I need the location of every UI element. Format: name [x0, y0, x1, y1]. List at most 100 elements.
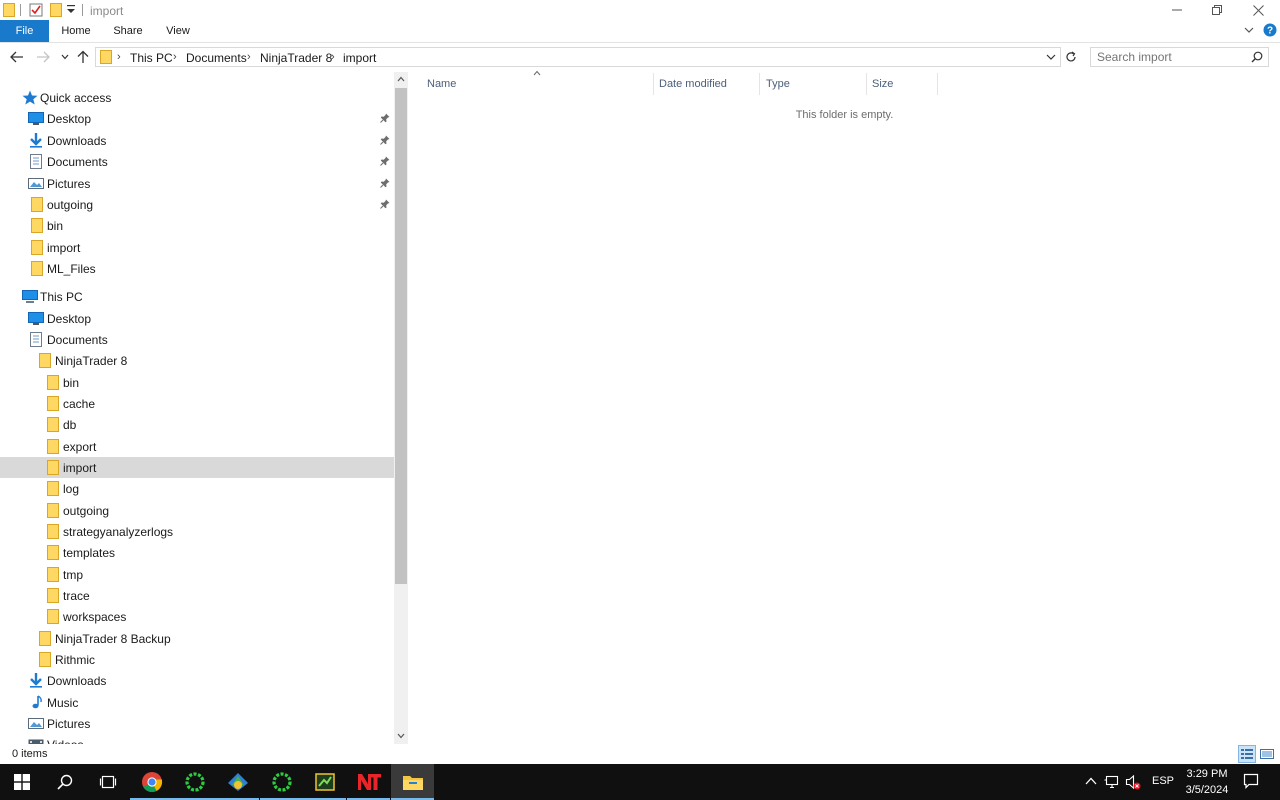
up-button[interactable] — [74, 43, 92, 70]
help-icon[interactable]: ? — [1263, 23, 1277, 37]
breadcrumb-separator[interactable]: › — [331, 51, 335, 63]
refresh-button[interactable] — [1062, 43, 1080, 70]
nav-item-import[interactable]: import — [0, 457, 394, 478]
volume-muted-icon[interactable] — [1125, 774, 1141, 790]
large-icons-view-button[interactable] — [1259, 746, 1275, 762]
search-box[interactable] — [1090, 47, 1269, 67]
column-divider[interactable] — [759, 73, 760, 95]
taskbar-file-explorer[interactable] — [391, 764, 434, 800]
nav-item-desktop[interactable]: Desktop — [0, 308, 394, 329]
column-divider[interactable] — [866, 73, 867, 95]
nav-item-templates[interactable]: templates — [0, 542, 394, 563]
nav-item-import[interactable]: import — [0, 237, 394, 258]
input-language[interactable]: ESP — [1152, 775, 1174, 787]
close-button[interactable] — [1238, 0, 1278, 20]
nav-item-pictures[interactable]: Pictures — [0, 173, 394, 194]
tab-file[interactable]: File — [0, 20, 49, 42]
ribbon-expand-icon[interactable] — [1244, 25, 1254, 35]
breadcrumb-ninjatrader-8[interactable]: NinjaTrader 8 — [260, 51, 332, 65]
nav-item-quick-access[interactable]: Quick access — [0, 87, 394, 108]
nav-item-rithmic[interactable]: Rithmic — [0, 649, 394, 670]
nav-item-bin[interactable]: bin — [0, 372, 394, 393]
search-button[interactable] — [43, 764, 86, 800]
nav-item-documents[interactable]: Documents — [0, 329, 394, 350]
pin-icon[interactable] — [380, 113, 390, 123]
customize-toolbar-icon[interactable] — [67, 5, 75, 15]
navigation-pane[interactable]: Quick access Desktop Downloads Documents Pic… — [0, 72, 394, 744]
properties-icon[interactable] — [29, 3, 43, 17]
taskbar-ninjatrader-logo[interactable] — [347, 764, 390, 800]
nav-item-ml-files[interactable]: ML_Files — [0, 258, 394, 279]
scroll-up-icon[interactable] — [397, 76, 405, 82]
breadcrumb-separator[interactable]: › — [173, 51, 177, 63]
clock-date[interactable]: 3/5/2024 — [1182, 784, 1232, 796]
nav-scrollbar[interactable] — [394, 72, 408, 744]
nav-item-log[interactable]: log — [0, 478, 394, 499]
breadcrumb-documents[interactable]: Documents — [186, 51, 247, 65]
search-input[interactable] — [1097, 50, 1247, 64]
notifications-icon[interactable] — [1243, 773, 1259, 789]
nav-item-label: NinjaTrader 8 Backup — [55, 632, 171, 646]
nav-item-downloads[interactable]: Downloads — [0, 130, 394, 151]
tab-home[interactable]: Home — [54, 20, 98, 42]
taskbar-metatrader[interactable] — [216, 764, 259, 800]
show-hidden-icons-icon[interactable] — [1085, 777, 1097, 785]
breadcrumb-this-pc[interactable]: This PC — [130, 51, 173, 65]
nav-item-workspaces[interactable]: workspaces — [0, 606, 394, 627]
pin-icon[interactable] — [380, 135, 390, 145]
nav-item-ninjatrader-8-backup[interactable]: NinjaTrader 8 Backup — [0, 628, 394, 649]
nav-item-pictures[interactable]: Pictures — [0, 713, 394, 734]
nav-item-tmp[interactable]: tmp — [0, 564, 394, 585]
address-bar[interactable]: › This PC › Documents › NinjaTrader 8 › … — [95, 47, 1061, 67]
nav-item-trace[interactable]: trace — [0, 585, 394, 606]
nav-item-strategyanalyzerlogs[interactable]: strategyanalyzerlogs — [0, 521, 394, 542]
column-header-name[interactable]: Name — [427, 78, 456, 90]
nav-item-videos[interactable]: Videos — [0, 734, 394, 744]
nav-item-db[interactable]: db — [0, 414, 394, 435]
pin-icon[interactable] — [380, 178, 390, 188]
address-dropdown-icon[interactable] — [1046, 53, 1056, 61]
scroll-thumb[interactable] — [395, 88, 407, 584]
restore-button[interactable] — [1197, 0, 1237, 20]
column-divider[interactable] — [937, 73, 938, 95]
nav-item-desktop[interactable]: Desktop — [0, 108, 394, 129]
nav-item-downloads[interactable]: Downloads — [0, 670, 394, 691]
column-header-date-modified[interactable]: Date modified — [659, 78, 727, 90]
nav-item-outgoing[interactable]: outgoing — [0, 194, 394, 215]
nav-item-documents[interactable]: Documents — [0, 151, 394, 172]
taskbar-ninjatrader-2[interactable] — [260, 764, 303, 800]
breadcrumb-separator[interactable]: › — [117, 51, 121, 63]
tab-view[interactable]: View — [156, 20, 200, 42]
nav-item-cache[interactable]: cache — [0, 393, 394, 414]
file-list-pane[interactable]: Name Date modified Type Size This folder… — [409, 70, 1280, 744]
back-button[interactable] — [6, 43, 28, 70]
recent-locations-button[interactable] — [58, 43, 72, 70]
taskbar-trading-app[interactable] — [303, 764, 346, 800]
nav-item-export[interactable]: export — [0, 436, 394, 457]
breadcrumb-import[interactable]: import — [343, 51, 376, 65]
tab-share[interactable]: Share — [106, 20, 150, 42]
taskbar-ninjatrader-1[interactable] — [173, 764, 216, 800]
nav-item-this-pc[interactable]: This PC — [0, 286, 394, 307]
taskbar-chrome[interactable] — [130, 764, 173, 800]
nav-item-ninjatrader-8[interactable]: NinjaTrader 8 — [0, 350, 394, 371]
column-header-type[interactable]: Type — [766, 78, 790, 90]
scroll-down-icon[interactable] — [397, 733, 405, 739]
breadcrumb-separator[interactable]: › — [247, 51, 251, 63]
new-folder-icon[interactable] — [50, 3, 62, 17]
column-divider[interactable] — [653, 73, 654, 95]
nav-item-bin[interactable]: bin — [0, 215, 394, 236]
network-icon[interactable] — [1104, 774, 1120, 790]
minimize-button[interactable] — [1157, 0, 1197, 20]
pin-icon[interactable] — [380, 156, 390, 166]
details-view-button[interactable] — [1238, 745, 1256, 763]
start-button[interactable] — [0, 764, 43, 800]
pin-icon[interactable] — [380, 199, 390, 209]
column-header-size[interactable]: Size — [872, 78, 893, 90]
nav-item-outgoing[interactable]: outgoing — [0, 500, 394, 521]
nav-item-music[interactable]: Music — [0, 692, 394, 713]
clock-time[interactable]: 3:29 PM — [1182, 768, 1232, 780]
search-icon[interactable] — [1251, 51, 1263, 63]
task-view-button[interactable] — [86, 764, 129, 800]
forward-button[interactable] — [32, 43, 54, 70]
